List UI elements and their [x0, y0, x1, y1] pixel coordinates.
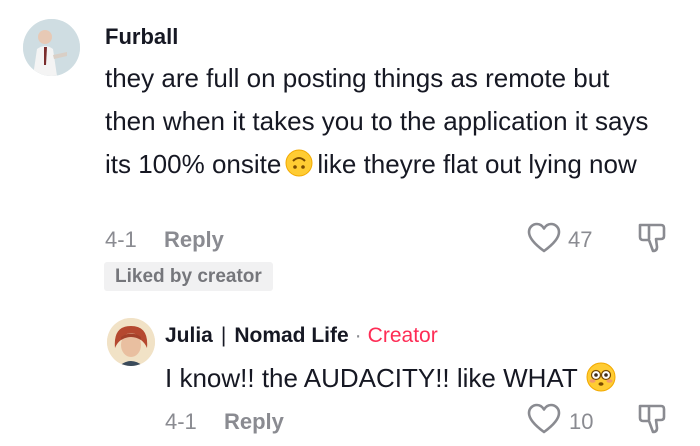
reply-username[interactable]: Julia	[165, 324, 213, 347]
reply-like-button[interactable]	[527, 403, 561, 435]
reply-date: 4-1	[165, 409, 197, 434]
comment-date: 4-1	[105, 227, 137, 252]
upside-down-face-emoji-icon	[285, 149, 313, 177]
creator-badge: Creator	[367, 324, 438, 347]
flushed-face-emoji-icon	[586, 362, 616, 392]
heart-icon	[527, 222, 561, 253]
thumbs-down-icon	[638, 404, 666, 434]
liked-by-creator-badge: Liked by creator	[104, 262, 273, 291]
reply-dot: ·	[354, 324, 362, 347]
reply-avatar[interactable]	[107, 318, 155, 366]
thumbs-down-icon	[638, 223, 666, 253]
reply-text: I know!! the AUDACITY!! like WHAT	[165, 362, 620, 394]
reply-reply-button[interactable]: Reply	[224, 409, 284, 435]
reply-dislike-button[interactable]	[637, 403, 667, 435]
reply-text-content: I know!! the AUDACITY!! like WHAT	[165, 363, 578, 393]
reply-separator: |	[220, 324, 227, 347]
comment-dislike-button[interactable]	[637, 222, 667, 254]
heart-icon	[527, 403, 561, 434]
comment-like-button[interactable]	[527, 222, 561, 254]
commenter-avatar[interactable]	[23, 19, 80, 76]
comment-text: they are full on posting things as remot…	[105, 57, 665, 186]
comment-reply-button[interactable]: Reply	[164, 227, 224, 253]
reply-channel-name[interactable]: Nomad Life	[234, 324, 348, 347]
commenter-username[interactable]: Furball	[105, 24, 178, 50]
comment-text-part2: like theyre flat out lying now	[317, 149, 637, 179]
reply-header: Julia | Nomad Life · Creator	[165, 324, 438, 348]
reply-like-count: 10	[569, 409, 594, 434]
comment-like-count: 47	[568, 227, 593, 252]
